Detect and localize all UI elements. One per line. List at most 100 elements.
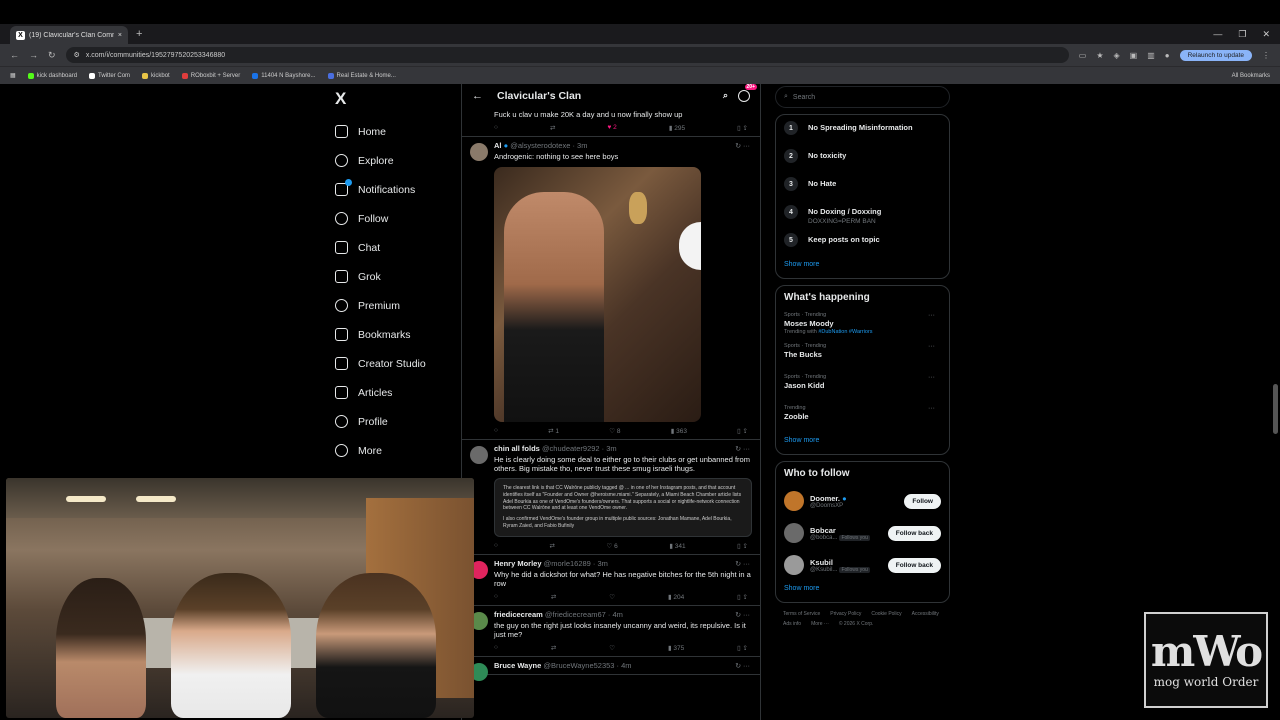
close-tab-icon[interactable]: ×	[118, 32, 122, 39]
menu-icon[interactable]: ⋮	[1262, 51, 1270, 60]
more-options-icon[interactable]: ···	[928, 312, 935, 319]
avatar[interactable]	[470, 446, 488, 464]
page-scrollbar[interactable]	[1273, 384, 1278, 434]
bookmark-item[interactable]: kickbot	[142, 72, 170, 79]
puzzle-icon[interactable]: ▣	[1130, 51, 1138, 60]
post-author-handle[interactable]: @morle16289 · 3m	[544, 559, 608, 568]
like-icon[interactable]: ♡	[609, 593, 615, 601]
footer-link[interactable]: More ···	[811, 621, 829, 627]
bookmark-item[interactable]: ROboxbit + Server	[181, 72, 240, 79]
sidebar-item-premium[interactable]: Premium	[330, 291, 460, 320]
more-options-icon[interactable]: ↻ ···	[735, 560, 750, 568]
extension-icon[interactable]: ◈	[1113, 51, 1119, 60]
reply-icon[interactable]: ○	[494, 427, 498, 435]
reply-icon[interactable]: ○	[494, 593, 498, 601]
sidebar-item-grok[interactable]: Grok	[330, 262, 460, 291]
share-icons[interactable]: ▯ ⇪	[737, 542, 748, 550]
follow-button[interactable]: Follow	[904, 493, 941, 509]
back-arrow-icon[interactable]: ←	[472, 90, 483, 102]
like-icon[interactable]: ♡	[609, 644, 615, 652]
bookmark-item[interactable]: kick dashboard	[27, 72, 77, 79]
restore-icon[interactable]: ❐	[1238, 29, 1246, 40]
back-icon[interactable]: ←	[10, 50, 19, 60]
sidebar-item-more[interactable]: More	[330, 436, 460, 465]
more-options-icon[interactable]: ↻ ···	[735, 662, 750, 670]
footer-link[interactable]: Accessibility	[912, 611, 939, 617]
bookmark-item[interactable]: 11404 N Bayshore...	[252, 72, 316, 79]
trend-item[interactable]: Trending Zooble ···	[784, 402, 941, 433]
star-icon[interactable]: ★	[1096, 51, 1103, 60]
follow-back-button[interactable]: Follow back	[887, 557, 941, 573]
post-author-handle[interactable]: @friedicecream67 · 4m	[545, 610, 623, 619]
like-button[interactable]: ♡ 8	[609, 427, 620, 435]
x-logo-icon[interactable]: X	[335, 89, 460, 117]
follow-suggestion[interactable]: Ksubil @Ksubil... Follows you Follow back	[784, 549, 941, 581]
apps-icon[interactable]: ▦	[10, 72, 16, 79]
post[interactable]: ↻ ··· chin all folds @chudeater9292 · 3m…	[462, 440, 760, 555]
post-author-handle[interactable]: @chudeater9292 · 3m	[542, 444, 617, 453]
cast-icon[interactable]: ▭	[1079, 51, 1087, 60]
share-icons[interactable]: ▯ ⇪	[737, 593, 748, 601]
show-more-link[interactable]: Show more	[784, 261, 941, 268]
close-window-icon[interactable]: ✕	[1262, 29, 1270, 40]
reply-icon[interactable]: ○	[494, 124, 498, 132]
bookmark-item[interactable]: Twitter Com	[89, 72, 130, 79]
post-author-name[interactable]: Bruce Wayne	[494, 661, 541, 670]
all-bookmarks-link[interactable]: All Bookmarks	[1232, 73, 1270, 79]
follow-suggestion[interactable]: Doomer. ● @DoomsXP Follow	[784, 485, 941, 517]
avatar[interactable]	[470, 143, 488, 161]
more-options-icon[interactable]: ···	[928, 343, 935, 350]
notifications-avatar-icon[interactable]: 20+	[738, 84, 757, 102]
reply-icon[interactable]: ○	[494, 542, 498, 550]
sidebar-item-home[interactable]: Home	[330, 117, 460, 146]
post[interactable]: ↻ ··· Al ● @alsysterodotexe · 3m Androge…	[462, 137, 760, 440]
views-stat[interactable]: ▮ 204	[668, 593, 684, 601]
like-button[interactable]: ♥ 2	[607, 124, 616, 132]
share-icons[interactable]: ▯ ⇪	[737, 124, 748, 132]
sidebar-item-explore[interactable]: Explore	[330, 146, 460, 175]
bookmark-item[interactable]: Real Estate & Home...	[327, 72, 396, 79]
sidepanel-icon[interactable]: ▥	[1147, 51, 1155, 60]
post-author-handle[interactable]: @alsysterodotexe · 3m	[510, 141, 587, 150]
profile-avatar-icon[interactable]: ●	[1165, 51, 1170, 60]
more-options-icon[interactable]: ···	[928, 405, 935, 412]
new-tab-button[interactable]: +	[136, 28, 142, 40]
avatar[interactable]	[784, 555, 804, 575]
avatar[interactable]	[784, 523, 804, 543]
repost-icon[interactable]: ⇄	[551, 593, 556, 601]
repost-button[interactable]: ⇄ 1	[548, 427, 559, 435]
show-more-link[interactable]: Show more	[784, 437, 941, 444]
sidebar-item-articles[interactable]: Articles	[330, 378, 460, 407]
footer-link[interactable]: Ads info	[783, 621, 801, 627]
quoted-text-block[interactable]: The clearest link is that CC Walrōne pub…	[494, 478, 752, 537]
search-input[interactable]: ⌕ Search	[775, 86, 950, 108]
follow-back-button[interactable]: Follow back	[887, 525, 941, 541]
show-more-link[interactable]: Show more	[784, 585, 941, 592]
post-author-name[interactable]: Al	[494, 141, 502, 150]
trend-item[interactable]: Sports · Trending The Bucks ···	[784, 340, 941, 371]
minimize-icon[interactable]: —	[1213, 29, 1222, 40]
repost-icon[interactable]: ⇄	[551, 644, 556, 652]
more-options-icon[interactable]: ↻ ···	[735, 445, 750, 453]
views-stat[interactable]: ▮ 375	[668, 644, 684, 652]
repost-icon[interactable]: ⇄	[550, 542, 555, 550]
follow-suggestion[interactable]: Bobcar @bobca... Follows you Follow back	[784, 517, 941, 549]
share-icons[interactable]: ▯ ⇪	[737, 427, 748, 435]
post[interactable]: ↻ ··· Henry Morley @morle16289 · 3m Why …	[462, 555, 760, 606]
more-options-icon[interactable]: ↻ ···	[735, 611, 750, 619]
repost-icon[interactable]: ⇄	[550, 124, 555, 132]
forward-icon[interactable]: →	[29, 50, 38, 60]
share-icons[interactable]: ▯ ⇪	[737, 644, 748, 652]
trend-hashtags[interactable]: #DubNation #Warriors	[818, 329, 872, 335]
footer-link[interactable]: Cookie Policy	[871, 611, 901, 617]
views-stat[interactable]: ▮ 363	[671, 427, 687, 435]
post[interactable]: ↻ ··· Bruce Wayne @BruceWayne52353 · 4m	[462, 657, 760, 681]
trend-item[interactable]: Sports · Trending Moses Moody Trending w…	[784, 309, 941, 340]
sidebar-item-profile[interactable]: Profile	[330, 407, 460, 436]
post-media-image[interactable]	[494, 167, 701, 422]
sidebar-item-bookmarks[interactable]: Bookmarks	[330, 320, 460, 349]
relaunch-button[interactable]: Relaunch to update	[1179, 49, 1252, 61]
post-author-name[interactable]: Henry Morley	[494, 559, 542, 568]
post-author-name[interactable]: chin all folds	[494, 444, 540, 453]
reload-icon[interactable]: ↻	[48, 50, 56, 61]
